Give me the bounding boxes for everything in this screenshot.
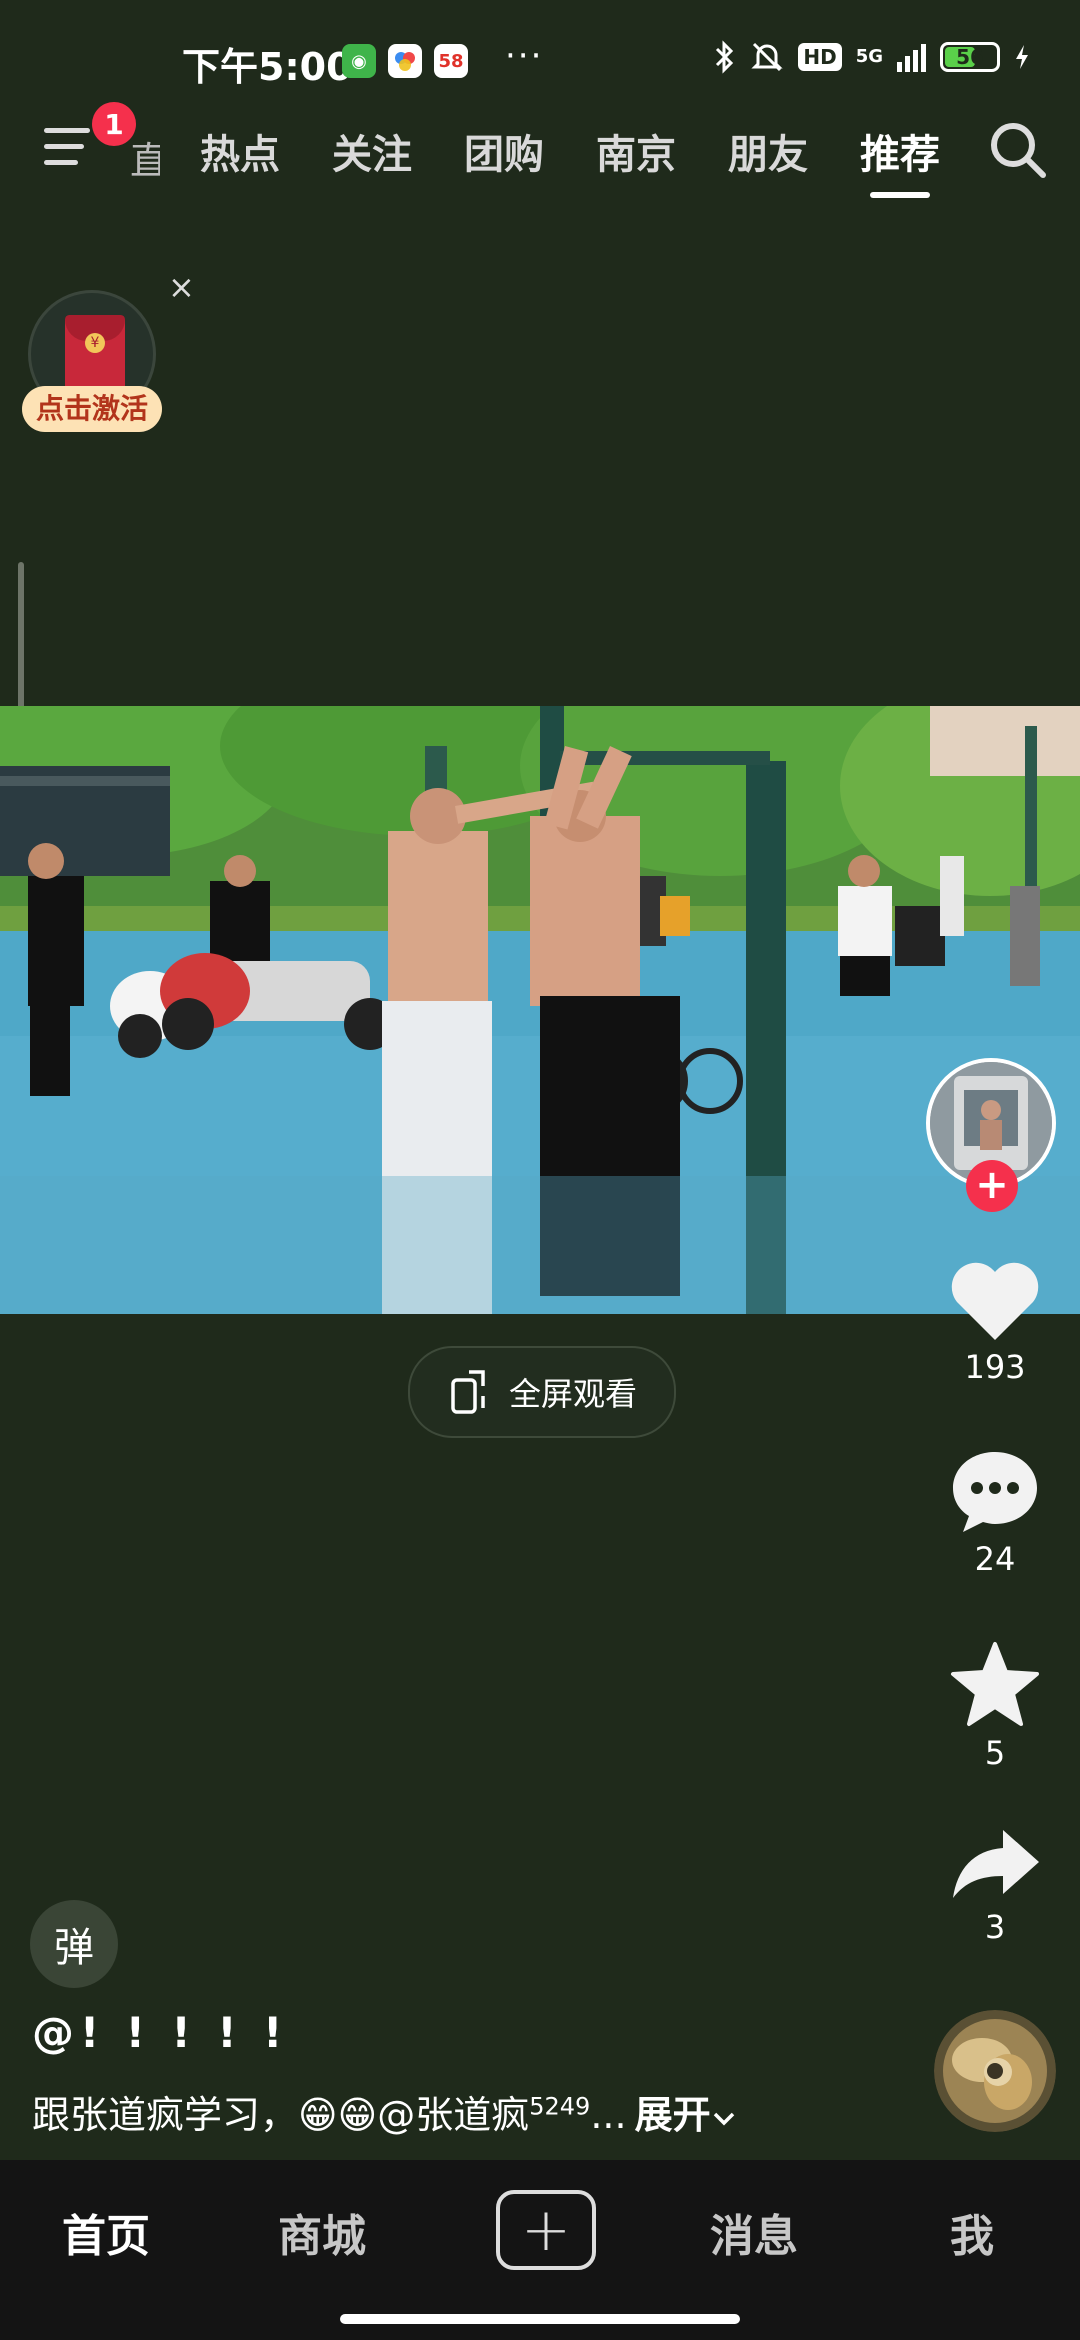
nav-messages[interactable]: 消息: [710, 2200, 798, 2264]
bluetooth-icon: [716, 40, 734, 74]
status-app-icons: ◉ 58: [342, 44, 468, 78]
heart-icon[interactable]: [949, 1260, 1041, 1342]
red-packet-label[interactable]: 点击激活: [22, 386, 162, 432]
music-disc[interactable]: [934, 2010, 1056, 2132]
share-icon[interactable]: [949, 1826, 1041, 1902]
caption-sup: 5249: [529, 2092, 591, 2121]
hd-badge: HD: [798, 43, 842, 71]
expand-button[interactable]: 展开: [635, 2093, 711, 2137]
like-count: 193: [964, 1348, 1026, 1386]
mute-bell-icon: [751, 42, 783, 72]
favorite-action[interactable]: 5: [930, 1640, 1060, 1772]
app-notification-icon: ◉: [342, 44, 376, 78]
tab-hot[interactable]: 热点: [200, 122, 280, 180]
battery-icon: 56: [940, 42, 1000, 72]
comment-icon[interactable]: [949, 1448, 1041, 1534]
tab-partial[interactable]: 直: [130, 130, 160, 185]
caption-ellipsis: ...: [590, 2093, 627, 2137]
danmu-toggle-button[interactable]: 弹: [30, 1900, 118, 1988]
home-indicator: [340, 2314, 740, 2324]
favorite-count: 5: [984, 1734, 1006, 1772]
status-indicators: HD 5G 56: [714, 40, 1030, 74]
menu-button[interactable]: [44, 128, 100, 178]
bottom-nav: 首页 商城 + 消息 我: [0, 2160, 1080, 2340]
status-time: 下午5:00: [182, 45, 353, 89]
app-notification-icon: 58: [434, 44, 468, 78]
caption-description[interactable]: 跟张道疯学习，😁😁@张道疯5249... 展开: [32, 2084, 737, 2139]
tab-friends[interactable]: 朋友: [728, 122, 808, 180]
nav-me[interactable]: 我: [950, 2200, 994, 2264]
chevron-down-icon[interactable]: [711, 2108, 737, 2128]
follow-button[interactable]: +: [966, 1160, 1018, 1212]
charging-icon: [1016, 45, 1028, 69]
nav-mall[interactable]: 商城: [278, 2200, 366, 2264]
share-action[interactable]: 3: [930, 1826, 1060, 1946]
comment-action[interactable]: 24: [930, 1448, 1060, 1578]
share-count: 3: [984, 1908, 1006, 1946]
tab-group-buy[interactable]: 团购: [464, 122, 544, 180]
tab-nanjing[interactable]: 南京: [596, 122, 676, 180]
close-icon[interactable]: ×: [168, 268, 195, 306]
battery-level: 56: [956, 45, 984, 69]
video-frame: [0, 706, 1080, 1314]
signal-icon: [897, 42, 926, 72]
rotate-screen-icon: [451, 1370, 485, 1414]
search-icon[interactable]: [986, 118, 1050, 182]
video-player[interactable]: [0, 706, 1080, 1314]
fullscreen-button[interactable]: 全屏观看: [408, 1346, 676, 1438]
tab-recommend[interactable]: 推荐: [860, 122, 940, 198]
tab-following[interactable]: 关注: [332, 122, 412, 180]
status-more-icon: ···: [505, 36, 544, 76]
like-action[interactable]: 193: [930, 1260, 1060, 1386]
nav-home[interactable]: 首页: [62, 2200, 150, 2264]
fullscreen-label: 全屏观看: [508, 1375, 637, 1413]
comment-count: 24: [974, 1540, 1016, 1578]
top-nav: 1 直 热点 关注 团购 南京 朋友 推荐: [0, 102, 1080, 202]
create-button[interactable]: +: [496, 2190, 596, 2270]
status-bar: 下午5:00 ◉ 58 ··· HD 5G 56: [0, 0, 1080, 120]
caption-author[interactable]: @! ! ! ! !: [32, 2008, 288, 2057]
red-packet-widget[interactable]: ¥ 点击激活 ×: [22, 268, 195, 446]
star-icon[interactable]: [949, 1640, 1041, 1728]
nav-tabs: 热点 关注 团购 南京 朋友 推荐: [200, 122, 992, 198]
scroll-indicator: [18, 562, 24, 712]
caption-text: 跟张道疯学习，😁😁@张道疯: [32, 2093, 530, 2137]
network-type: 5G: [855, 46, 883, 67]
app-notification-icon: [388, 44, 422, 78]
